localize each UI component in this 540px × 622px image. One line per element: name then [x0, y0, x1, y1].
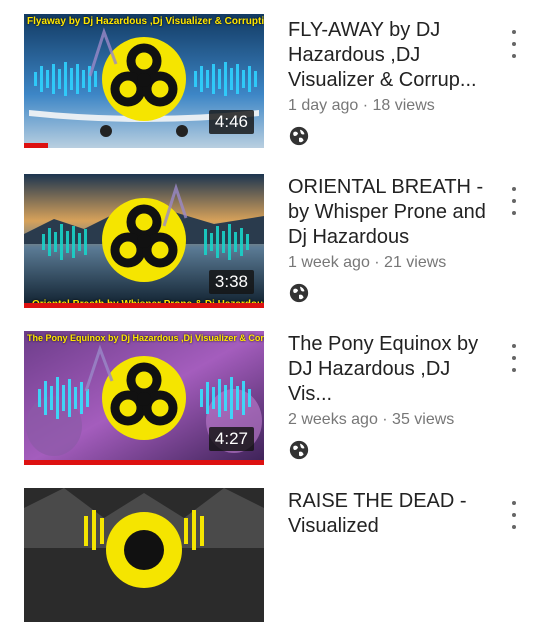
video-meta: 2 weeks ago · 35 views: [288, 411, 455, 428]
globe-icon: [289, 283, 309, 303]
duration-badge: 3:38: [208, 270, 254, 294]
globe-icon: [289, 440, 309, 460]
video-meta: 1 day ago · 18 views: [288, 97, 435, 114]
thumbnail-art: [24, 488, 264, 622]
video-item[interactable]: 3:38 Oriental Breath by Whisper Prone & …: [0, 157, 540, 308]
video-thumbnail[interactable]: Flyaway by Dj Hazardous ,Dj Visualizer &…: [24, 14, 264, 148]
video-thumbnail[interactable]: 3:38 Oriental Breath by Whisper Prone & …: [24, 174, 264, 308]
video-item[interactable]: Flyaway by Dj Hazardous ,Dj Visualizer &…: [0, 0, 540, 150]
more-vert-icon[interactable]: [506, 501, 522, 529]
video-title[interactable]: The Pony Equinox by DJ Hazardous ,DJ Vis…: [288, 332, 488, 407]
thumbnail-caption: The Pony Equinox by Dj Hazardous ,Dj Vis…: [27, 333, 264, 343]
duration-badge: 4:46: [208, 110, 254, 134]
video-thumbnail[interactable]: [24, 488, 264, 622]
more-vert-icon[interactable]: [506, 344, 522, 372]
video-item[interactable]: RAISE THE DEAD - Visualized: [0, 471, 540, 622]
video-item[interactable]: The Pony Equinox by Dj Hazardous ,Dj Vis…: [0, 314, 540, 465]
video-thumbnail[interactable]: The Pony Equinox by Dj Hazardous ,Dj Vis…: [24, 331, 264, 465]
video-title[interactable]: ORIENTAL BREATH - by Whisper Prone and D…: [288, 175, 488, 250]
duration-badge: 4:27: [208, 427, 254, 451]
video-title[interactable]: RAISE THE DEAD - Visualized: [288, 489, 488, 539]
thumbnail-caption: Flyaway by Dj Hazardous ,Dj Visualizer &…: [27, 16, 264, 27]
watch-progress-bar: [24, 143, 48, 148]
globe-icon: [289, 126, 309, 146]
video-title[interactable]: FLY-AWAY by DJ Hazardous ,DJ Visualizer …: [288, 18, 488, 93]
video-meta: 1 week ago · 21 views: [288, 254, 447, 271]
watch-progress-bar: [24, 460, 264, 465]
more-vert-icon[interactable]: [506, 187, 522, 215]
watch-progress-bar: [24, 303, 264, 308]
more-vert-icon[interactable]: [506, 30, 522, 58]
